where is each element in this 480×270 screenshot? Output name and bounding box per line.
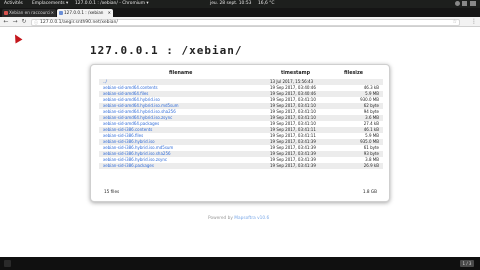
powered-by: Powered by Mapsoftra v10.6: [208, 216, 269, 221]
activities-button[interactable]: Activités: [4, 0, 23, 8]
powered-by-link[interactable]: Mapsoftra v10.6: [234, 216, 269, 221]
volume-icon[interactable]: [462, 1, 467, 6]
file-size: 26.9 kB: [363, 163, 379, 168]
forward-icon[interactable]: →: [11, 18, 19, 26]
header-filesize[interactable]: filesize: [344, 71, 363, 76]
bookmark-star-icon[interactable]: ☆: [453, 19, 457, 25]
system-top-bar: Activités Emplacements ▾ 127.0.0.1 : /xe…: [0, 0, 480, 8]
browser-toolbar: ← → ↻ ⓘ 127.0.0.1/aegir.snth90.net/xebia…: [0, 17, 480, 27]
close-icon[interactable]: ✕: [108, 9, 111, 17]
show-desktop-icon[interactable]: [4, 260, 11, 267]
places-menu[interactable]: Emplacements ▾: [32, 0, 68, 8]
powered-by-prefix: Powered by: [208, 216, 233, 221]
file-timestamp: 19 Sep 2017, 03:41:39: [270, 163, 316, 168]
header-timestamp[interactable]: timestamp: [281, 71, 310, 76]
network-icon[interactable]: [455, 1, 460, 6]
back-icon[interactable]: ←: [2, 18, 10, 26]
tab-xebian-shortcut[interactable]: Xebian en raccourci ✕: [2, 9, 56, 17]
app-menu[interactable]: 127.0.0.1 : /xebian/ - Chromium ▾: [75, 0, 149, 8]
close-icon[interactable]: ✕: [51, 9, 54, 17]
weather-temperature[interactable]: 16,6 °C: [258, 0, 274, 8]
table-row: xebian-sid-i386.packages 19 Sep 2017, 03:…: [99, 163, 383, 169]
total-size: 1.8 GB: [362, 189, 377, 194]
address-text: 127.0.0.1/aegir.snth90.net/xebian/: [40, 19, 118, 25]
file-listing-panel: filename timestamp filesize ../13 Jul 20…: [90, 64, 390, 202]
menu-icon[interactable]: ⋮: [471, 18, 477, 25]
favicon-icon: [4, 11, 8, 15]
favicon-icon: [59, 11, 63, 15]
reload-icon[interactable]: ↻: [20, 18, 28, 26]
tab-strip: Xebian en raccourci ✕ 127.0.0.1 : /xebia…: [0, 8, 480, 23]
tab-label: 127.0.0.1 : /xebian: [64, 10, 104, 15]
page-info-icon[interactable]: ⓘ: [34, 20, 38, 25]
power-icon[interactable]: [470, 1, 476, 6]
workspace-pager[interactable]: 1 / 3: [460, 260, 474, 267]
file-link[interactable]: xebian-sid-i386.packages: [103, 163, 154, 169]
clock[interactable]: jeu. 28 sept. 10:53: [210, 0, 251, 8]
page-title: 127.0.0.1 : /xebian/: [90, 44, 243, 57]
header-filename[interactable]: filename: [169, 71, 192, 76]
file-count: 15 files: [104, 189, 120, 194]
file-list: ../13 Jul 2017, 15:56:43 xebian-sid-amd64…: [99, 79, 383, 169]
tab-xebian-listing[interactable]: 127.0.0.1 : /xebian ✕: [57, 9, 113, 17]
bottom-panel: 1 / 3: [0, 257, 480, 270]
address-bar[interactable]: ⓘ 127.0.0.1/aegir.snth90.net/xebian/ ☆: [31, 18, 460, 26]
tab-label: Xebian en raccourci: [9, 10, 51, 15]
